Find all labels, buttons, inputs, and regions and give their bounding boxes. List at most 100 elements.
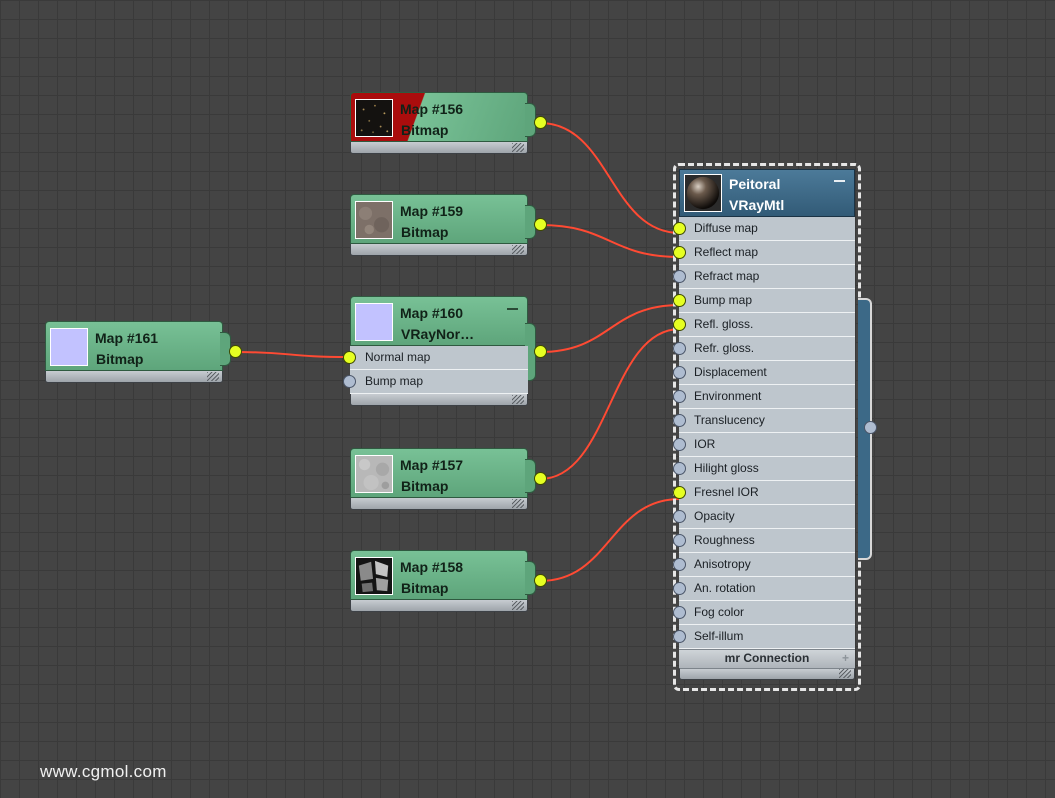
slot-label: Roughness: [694, 533, 755, 547]
input-socket[interactable]: [673, 318, 686, 331]
material-slot[interactable]: Anisotropy: [673, 553, 855, 577]
input-socket-normal-map[interactable]: [343, 351, 356, 364]
slot-label: Fog color: [694, 605, 745, 619]
wire-map160-to-bump: [539, 304, 681, 353]
material-slot[interactable]: Environment: [673, 385, 855, 409]
input-socket[interactable]: [673, 270, 686, 283]
input-socket[interactable]: [673, 534, 686, 547]
material-slot[interactable]: Opacity: [673, 505, 855, 529]
input-socket[interactable]: [673, 438, 686, 451]
node-title: Map #157: [400, 457, 464, 473]
material-slot[interactable]: Hilight gloss: [673, 457, 855, 481]
material-slot[interactable]: Refract map: [673, 265, 855, 289]
input-socket[interactable]: [673, 414, 686, 427]
input-socket[interactable]: [673, 390, 686, 403]
input-socket[interactable]: [673, 630, 686, 643]
slot-label: Bump map: [694, 293, 753, 307]
normal-map-thumbnail: [355, 303, 393, 341]
material-slot[interactable]: Translucency: [673, 409, 855, 433]
collapse-button[interactable]: [507, 308, 518, 310]
input-socket[interactable]: [673, 558, 686, 571]
material-sphere-thumbnail: [684, 174, 722, 212]
slot-normal-map[interactable]: Normal map: [350, 346, 528, 370]
slot-label: Normal map: [365, 350, 431, 364]
wire-map156-to-diffuse: [539, 122, 681, 234]
material-slot[interactable]: An. rotation: [673, 577, 855, 601]
material-slot[interactable]: Reflect map: [673, 241, 855, 265]
output-socket[interactable]: [534, 574, 547, 587]
output-socket[interactable]: [534, 472, 547, 485]
input-socket[interactable]: [673, 486, 686, 499]
output-socket[interactable]: [534, 218, 547, 231]
watermark-text: www.cgmol.com: [40, 762, 167, 781]
node-type: Bitmap: [96, 351, 144, 367]
slot-label: IOR: [694, 437, 716, 451]
resize-grip[interactable]: [512, 601, 524, 610]
output-socket[interactable]: [534, 345, 547, 358]
input-socket[interactable]: [673, 294, 686, 307]
material-slot[interactable]: Displacement: [673, 361, 855, 385]
map-node-159[interactable]: Map #159 Bitmap: [350, 194, 547, 256]
node-type: VRayNor…: [401, 326, 475, 342]
resize-grip[interactable]: [512, 395, 524, 404]
map-node-161[interactable]: Map #161 Bitmap: [45, 321, 242, 383]
bitmap-thumbnail: [355, 557, 393, 595]
input-socket[interactable]: [673, 246, 686, 259]
slot-label: Refr. gloss.: [694, 341, 755, 355]
map-node-157[interactable]: Map #157 Bitmap: [350, 448, 547, 510]
material-slot[interactable]: IOR: [673, 433, 855, 457]
slot-label: Refract map: [694, 269, 760, 283]
map-node-158[interactable]: Map #158 Bitmap: [350, 550, 547, 612]
resize-grip[interactable]: [512, 499, 524, 508]
material-slot[interactable]: Refr. gloss.: [673, 337, 855, 361]
input-socket-bump-map[interactable]: [343, 375, 356, 388]
slot-label: Fresnel IOR: [694, 485, 759, 499]
slot-bump-map[interactable]: Bump map: [350, 370, 528, 394]
output-socket[interactable]: [534, 116, 547, 129]
expand-plus-icon[interactable]: +: [842, 650, 849, 667]
slot-label: Refl. gloss.: [694, 317, 754, 331]
wire-map157-to-reflgloss: [539, 328, 681, 480]
slot-label: Bump map: [365, 374, 424, 388]
wire-map158-to-fresnel: [539, 498, 681, 582]
node-title: Map #156: [400, 101, 464, 117]
resize-grip[interactable]: [207, 372, 219, 381]
input-socket[interactable]: [673, 462, 686, 475]
resize-grip[interactable]: [512, 245, 524, 254]
slot-label: Hilight gloss: [694, 461, 759, 475]
material-slot[interactable]: Diffuse map: [673, 217, 855, 241]
input-socket[interactable]: [673, 510, 686, 523]
node-title: Map #159: [400, 203, 464, 219]
input-socket[interactable]: [673, 366, 686, 379]
map-node-156[interactable]: Map #156 Bitmap: [350, 92, 547, 154]
input-socket[interactable]: [673, 606, 686, 619]
node-type: Bitmap: [401, 122, 449, 138]
material-slot[interactable]: Refl. gloss.: [673, 313, 855, 337]
resize-grip[interactable]: [512, 143, 524, 152]
mr-connection-rollout[interactable]: mr Connection +: [679, 649, 855, 668]
slot-label: Environment: [694, 389, 762, 403]
normal-map-thumbnail: [50, 328, 88, 366]
node-title: Map #158: [400, 559, 464, 575]
material-slot[interactable]: Self-illum: [673, 625, 855, 649]
input-socket[interactable]: [673, 342, 686, 355]
collapse-button[interactable]: [834, 180, 845, 182]
node-title: Map #160: [400, 305, 464, 321]
node-type: Bitmap: [401, 580, 449, 596]
material-slot[interactable]: Fresnel IOR: [673, 481, 855, 505]
input-socket[interactable]: [673, 582, 686, 595]
map-node-160[interactable]: Map #160 VRayNor… Normal map Bump map: [343, 296, 547, 406]
input-socket[interactable]: [673, 222, 686, 235]
material-output-socket[interactable]: [864, 421, 877, 434]
material-slot[interactable]: Roughness: [673, 529, 855, 553]
material-slot[interactable]: Fog color: [673, 601, 855, 625]
resize-grip[interactable]: [839, 669, 851, 678]
material-slot[interactable]: Bump map: [673, 289, 855, 313]
material-node-peitoral[interactable]: Peitoral VRayMtl Diffuse map Reflect map R…: [673, 169, 855, 680]
material-slot-list: Diffuse map Reflect map Refract map Bump ma…: [673, 217, 855, 649]
slot-label: Translucency: [694, 413, 765, 427]
output-socket[interactable]: [229, 345, 242, 358]
slot-label: An. rotation: [694, 581, 756, 595]
node-type: Bitmap: [401, 478, 449, 494]
node-title: Map #161: [95, 330, 159, 346]
